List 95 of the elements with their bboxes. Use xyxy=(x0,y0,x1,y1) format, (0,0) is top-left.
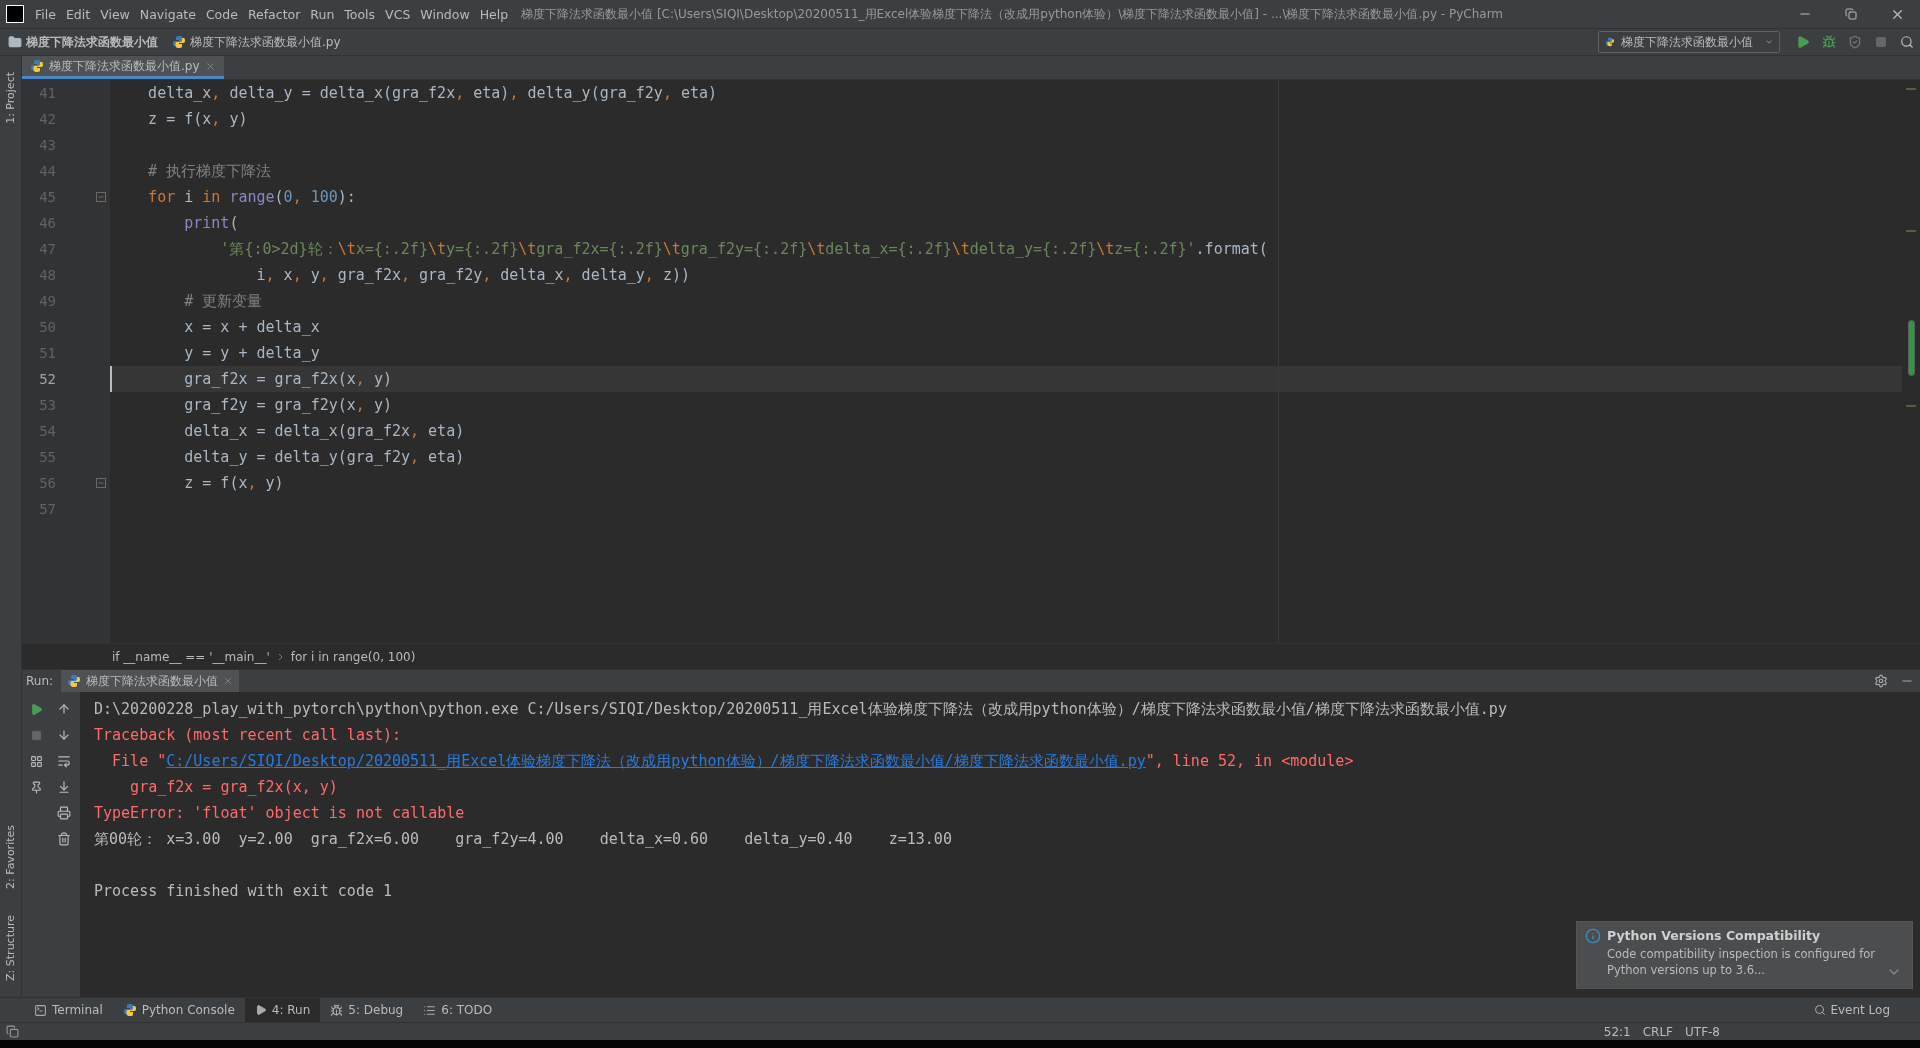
trash-icon[interactable] xyxy=(57,832,71,846)
code-line: # 执行梯度下降法 xyxy=(147,161,273,182)
code-line: delta_x = delta_x(gra_f2x, eta) xyxy=(183,421,466,442)
breadcrumb-item[interactable]: if __name__ == '__main__' xyxy=(112,649,270,664)
stop-icon[interactable] xyxy=(1875,36,1887,48)
breadcrumb-item[interactable]: 梯度下降法求函数最小值 xyxy=(26,33,158,51)
python-file-icon xyxy=(122,1003,137,1017)
list-icon xyxy=(423,1003,437,1017)
python-file-icon xyxy=(67,674,82,688)
line-number: 52 xyxy=(38,371,56,387)
play-icon xyxy=(254,1004,267,1016)
status-item[interactable]: CRLF xyxy=(1642,1024,1673,1039)
menu-item[interactable]: File xyxy=(30,6,61,22)
print-icon[interactable] xyxy=(57,806,71,820)
breadcrumb-item[interactable]: 梯度下降法求函数最小值.py xyxy=(190,33,341,51)
menu-item[interactable]: Help xyxy=(474,6,514,22)
close-icon[interactable] xyxy=(204,60,216,72)
close-icon[interactable] xyxy=(223,676,234,686)
code-line: '第{:0>2d}轮：\tx={:.2f}\ty={:.2f}\tgra_f2x={:.2f}\tgra_f2y={:.2f}\tdelta_x={:.2f}\tdelta_y={:.2f}\tz={:.2f}'.format( xyxy=(219,239,1269,260)
coverage-icon[interactable] xyxy=(1848,35,1862,49)
code-line: z = f(x, y) xyxy=(183,473,285,494)
scroll-to-end-icon[interactable] xyxy=(57,780,71,794)
code-line: print( xyxy=(183,213,240,234)
menu-item[interactable]: Refactor xyxy=(242,6,306,22)
run-tab[interactable]: 梯度下降法求函数最小值 xyxy=(61,669,240,693)
console-line: Process finished with exit code 1 xyxy=(94,881,393,902)
code-line: # 更新变量 xyxy=(183,291,264,312)
code-line: delta_x, delta_y = delta_x(gra_f2x, eta), delta_y(gra_f2y, eta) xyxy=(147,83,719,104)
menu-item[interactable]: Window xyxy=(415,6,475,22)
console-line: TypeError: 'float' object is not callable xyxy=(94,803,466,824)
code-line: delta_y = delta_y(gra_f2y, eta) xyxy=(183,447,466,468)
run-icon[interactable] xyxy=(1796,35,1810,49)
arrow-down-icon[interactable] xyxy=(57,728,71,742)
code-line: z = f(x, y) xyxy=(147,109,249,130)
python-file-icon xyxy=(1605,35,1615,49)
editor-tab[interactable]: 梯度下降法求函数最小值.py xyxy=(22,56,224,79)
console-line: gra_f2x = gra_f2x(x, y) xyxy=(129,777,339,798)
notification-text: Code compatibility inspection is configured for Python versions up to 3.6... xyxy=(1607,946,1877,978)
side-tab[interactable]: 2: Favorites xyxy=(4,817,17,898)
console-line: Traceback (most recent call last): xyxy=(94,725,403,746)
status-item[interactable]: 52:1 xyxy=(1603,1024,1631,1039)
scroll-marker[interactable] xyxy=(1908,320,1915,376)
layout-icon[interactable] xyxy=(29,754,43,768)
code-line: for i in range(0, 100): xyxy=(147,187,357,208)
pin-icon[interactable] xyxy=(29,780,43,794)
tool-window-button[interactable]: 6: TODO xyxy=(413,997,503,1023)
event-log-button[interactable]: Event Log xyxy=(1814,1003,1890,1017)
code-line: y = y + delta_y xyxy=(183,343,321,364)
menu-item[interactable]: Run xyxy=(305,6,340,22)
menu-item[interactable]: View xyxy=(95,6,135,22)
run-config-dropdown[interactable]: 梯度下降法求函数最小值 xyxy=(1598,31,1780,53)
menu-item[interactable]: Navigate xyxy=(134,6,201,22)
notification-title: Python Versions Compatibility xyxy=(1607,928,1822,943)
panel-toggle-icon[interactable] xyxy=(6,1025,19,1038)
tool-window-button[interactable]: Terminal xyxy=(24,997,113,1023)
breadcrumb-item[interactable]: for i in range(0, 100) xyxy=(290,649,416,664)
tool-window-button[interactable]: 4: Run xyxy=(244,997,321,1023)
menu-item[interactable]: Edit xyxy=(60,6,96,22)
debug-icon[interactable] xyxy=(1822,35,1836,49)
stop-icon[interactable] xyxy=(30,729,42,741)
bug-icon xyxy=(330,1003,344,1017)
code-line: i, x, y, gra_f2x, gra_f2y, delta_x, delta_y, z)) xyxy=(255,265,691,286)
menu-item[interactable]: VCS xyxy=(380,6,416,22)
tool-window-button[interactable]: 5: Debug xyxy=(320,997,414,1023)
run-label: Run: xyxy=(26,674,54,688)
console-line: D:\20200228_play_with_pytorch\python\python.exe C:/Users/SIQI/Desktop/20200511_用Excel体验梯度下降法（改成用python体验）/梯度下降法求函数最小值/梯度下降法求函数最小值.py xyxy=(94,699,1508,720)
side-tab[interactable]: 1: Project xyxy=(4,64,17,132)
chevron-icon xyxy=(277,652,283,661)
menu-item[interactable]: Tools xyxy=(339,6,381,22)
status-item[interactable]: UTF-8 xyxy=(1685,1024,1720,1039)
fold-icon[interactable] xyxy=(96,192,106,202)
python-file-icon xyxy=(172,35,186,49)
app-logo xyxy=(6,5,24,23)
console-line: 第00轮： x=3.00 y=2.00 gra_f2x=6.00 gra_f2y=4.00 delta_x=0.60 delta_y=0.40 z=13.00 xyxy=(94,829,953,850)
info-icon xyxy=(1585,928,1601,944)
console-text: ", line 52, in <module> xyxy=(1145,752,1354,770)
side-tab[interactable]: Z: Structure xyxy=(4,907,17,989)
code-line: gra_f2y = gra_f2y(x, y) xyxy=(183,395,393,416)
event-log-icon xyxy=(1814,1004,1827,1016)
arrow-up-icon[interactable] xyxy=(57,702,71,716)
python-file-icon xyxy=(30,59,44,73)
search-icon[interactable] xyxy=(1900,35,1914,49)
code-line: x = x + delta_x xyxy=(183,317,321,338)
tool-window-button[interactable]: Python Console xyxy=(112,997,245,1023)
settings-icon[interactable] xyxy=(1874,674,1888,688)
folder-icon xyxy=(8,35,22,49)
terminal-icon xyxy=(34,1003,47,1017)
restore-icon xyxy=(1845,8,1857,20)
file-link[interactable]: C:/Users/SIQI/Desktop/20200511_用Excel体验梯度下降法（改成用python体验）/梯度下降法求函数最小值/梯度下降法求函数最小值.py xyxy=(166,752,1146,770)
soft-wrap-icon[interactable] xyxy=(57,754,71,768)
menu-item[interactable]: Code xyxy=(200,6,243,22)
run-icon[interactable] xyxy=(29,702,43,716)
fold-icon[interactable] xyxy=(96,478,106,488)
window-title: 梯度下降法求函数最小值 [C:\Users\SIQI\Desktop\20200511_用Excel体验梯度下降法（改成用python体验）\梯度下降法求函数最小值] - ...\梯度下降法求函数最小值.py - PyCharm xyxy=(521,5,1505,23)
console-text: File " xyxy=(111,752,167,770)
